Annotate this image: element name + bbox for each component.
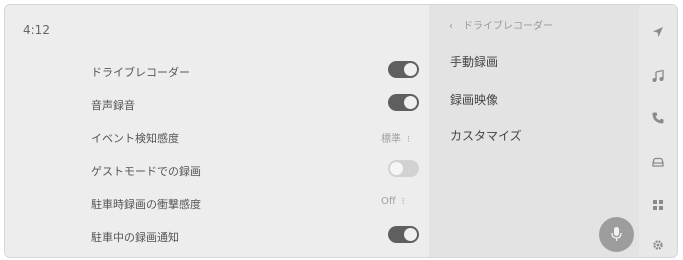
- parking-recording-notice-toggle[interactable]: [388, 226, 419, 243]
- toggle-knob: [390, 162, 403, 175]
- setting-label: 駐車時録画の衝撃感度: [91, 198, 201, 211]
- select-value-text: 標準: [381, 134, 401, 145]
- nav-rail: [639, 5, 677, 257]
- menu-item-customize[interactable]: カスタマイズ: [450, 127, 522, 144]
- setting-row-parking-recording-notice[interactable]: 駐車中の録画通知: [91, 220, 421, 253]
- setting-row-parking-shock-sensitivity[interactable]: 駐車時録画の衝撃感度 Off ⁝: [91, 187, 421, 220]
- car-icon[interactable]: [651, 155, 665, 169]
- menu-item-manual-recording[interactable]: 手動録画: [450, 53, 498, 70]
- side-menu-title: ドライブレコーダー: [463, 21, 553, 32]
- event-sensitivity-select[interactable]: 標準 ⁝: [381, 130, 410, 145]
- audio-recording-toggle[interactable]: [388, 94, 419, 111]
- chevron-left-icon[interactable]: ‹: [449, 21, 453, 32]
- more-options-icon: ⁝: [407, 135, 410, 145]
- gear-icon[interactable]: [651, 238, 665, 252]
- settings-list: ドライブレコーダー 音声録音 イベント検知感度 標準 ⁝ ゲストモードでの録画 駐…: [91, 55, 421, 253]
- setting-label: 駐車中の録画通知: [91, 231, 179, 244]
- select-value-text: Off: [381, 196, 396, 207]
- grid-apps-icon[interactable]: [651, 198, 665, 212]
- more-options-icon: ⁝: [401, 197, 405, 207]
- drive-recorder-toggle[interactable]: [388, 61, 419, 78]
- voice-button[interactable]: [599, 217, 634, 252]
- microphone-icon: [611, 227, 622, 241]
- phone-icon[interactable]: [651, 111, 665, 125]
- setting-label: 音声録音: [91, 99, 135, 112]
- music-note-icon[interactable]: [651, 69, 665, 83]
- side-menu-panel: ‹ ドライブレコーダー 手動録画 録画映像 カスタマイズ: [429, 5, 639, 257]
- infotainment-screen: 4:12 ドライブレコーダー 音声録音 イベント検知感度 標準 ⁝ ゲストモードで…: [4, 4, 678, 258]
- clock: 4:12: [23, 23, 50, 37]
- side-menu-header[interactable]: ‹ ドライブレコーダー: [449, 17, 553, 32]
- toggle-knob: [404, 63, 417, 76]
- setting-label: イベント検知感度: [91, 132, 179, 145]
- toggle-knob: [404, 228, 417, 241]
- parking-shock-sensitivity-select[interactable]: Off ⁝: [381, 196, 405, 207]
- setting-label: ドライブレコーダー: [91, 66, 190, 79]
- setting-row-audio-recording[interactable]: 音声録音: [91, 88, 421, 121]
- setting-label: ゲストモードでの録画: [91, 165, 201, 178]
- navigation-arrow-icon[interactable]: [651, 25, 665, 39]
- setting-row-event-sensitivity[interactable]: イベント検知感度 標準 ⁝: [91, 121, 421, 154]
- menu-item-recorded-video[interactable]: 録画映像: [450, 91, 498, 108]
- toggle-knob: [404, 96, 417, 109]
- setting-row-drive-recorder[interactable]: ドライブレコーダー: [91, 55, 421, 88]
- guest-mode-recording-toggle[interactable]: [388, 160, 419, 177]
- setting-row-guest-mode-recording[interactable]: ゲストモードでの録画: [91, 154, 421, 187]
- settings-panel: 4:12 ドライブレコーダー 音声録音 イベント検知感度 標準 ⁝ ゲストモードで…: [5, 5, 429, 257]
